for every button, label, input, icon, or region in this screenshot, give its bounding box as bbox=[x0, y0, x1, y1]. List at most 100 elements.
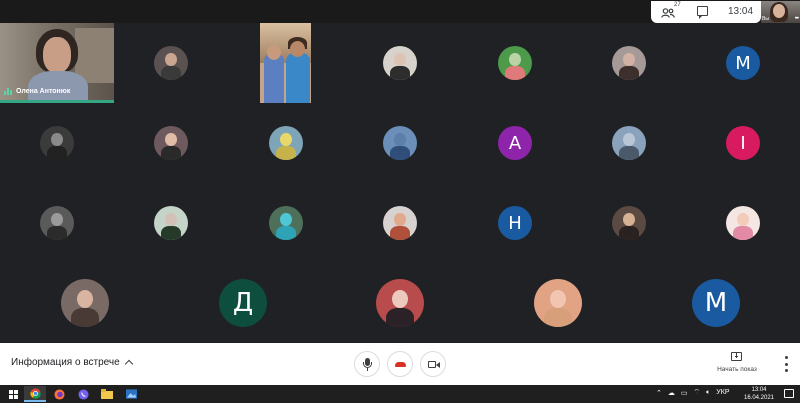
avatar-body bbox=[618, 66, 640, 80]
avatar-head bbox=[165, 133, 177, 147]
camera-icon bbox=[428, 361, 436, 368]
avatar-head bbox=[280, 213, 292, 227]
avatar-body bbox=[389, 146, 411, 160]
more-vert-icon[interactable] bbox=[782, 356, 790, 372]
speaker-name-tag: Олена Антонюк bbox=[4, 88, 70, 95]
speaker-video-tile[interactable]: Олена Антонюк bbox=[0, 23, 114, 103]
participant-photo-avatar[interactable] bbox=[726, 206, 760, 240]
meeting-time: 13:04 bbox=[728, 6, 754, 17]
notification-icon[interactable] bbox=[784, 389, 794, 398]
clock-time: 13:04 bbox=[751, 387, 767, 393]
participant-photo-avatar[interactable] bbox=[498, 46, 532, 80]
self-label: Вы bbox=[762, 16, 769, 22]
avatar-body bbox=[275, 226, 297, 240]
participant-photo-avatar[interactable] bbox=[534, 279, 582, 327]
self-view-tile[interactable]: Вы ••• bbox=[761, 1, 800, 23]
avatar-head bbox=[76, 289, 94, 308]
camera-button[interactable] bbox=[420, 351, 446, 377]
participant-photo-avatar[interactable] bbox=[383, 46, 417, 80]
avatar-body bbox=[385, 307, 415, 327]
avatar-head bbox=[394, 133, 406, 147]
avatar-body bbox=[160, 146, 182, 160]
participant-photo-avatar[interactable] bbox=[154, 126, 188, 160]
avatar-head bbox=[51, 133, 63, 147]
windows-taskbar: ⌃ ☁ ▭ ⌔ 🔈︎ УКР 13:04 16.04.2021 bbox=[0, 385, 800, 403]
participant-photo-avatar[interactable] bbox=[154, 46, 188, 80]
present-now-button[interactable]: Начать показ bbox=[712, 350, 762, 380]
firefox-icon[interactable] bbox=[48, 386, 70, 402]
people-glyph bbox=[661, 8, 675, 18]
avatar-body bbox=[160, 226, 182, 240]
avatar-initial: M bbox=[735, 52, 751, 74]
volume-icon[interactable]: 🔈︎ bbox=[706, 389, 710, 397]
meeting-info-label: Информация о встрече bbox=[11, 357, 120, 368]
explorer-icon[interactable] bbox=[96, 386, 118, 402]
person-body bbox=[264, 53, 284, 103]
participant-initial-avatar[interactable]: M bbox=[692, 279, 740, 327]
chrome-icon[interactable] bbox=[24, 386, 46, 402]
avatar-body bbox=[46, 146, 68, 160]
avatar-body bbox=[70, 307, 100, 327]
hangup-button[interactable] bbox=[387, 351, 413, 377]
mic-button[interactable] bbox=[354, 351, 380, 377]
clock-date: 16.04.2021 bbox=[743, 395, 775, 401]
avatar-head bbox=[165, 213, 177, 227]
participant-photo-avatar[interactable] bbox=[154, 206, 188, 240]
participant-photo-avatar[interactable] bbox=[612, 126, 646, 160]
audio-level-icon bbox=[4, 88, 12, 95]
more-dots-icon[interactable]: ••• bbox=[795, 16, 799, 22]
participant-photo-avatar[interactable] bbox=[383, 206, 417, 240]
participants-count: 27 bbox=[674, 2, 681, 8]
present-label: Начать показ bbox=[717, 366, 757, 373]
participant-photo-avatar[interactable] bbox=[40, 126, 74, 160]
avatar-head bbox=[509, 53, 521, 67]
participant-photo-avatar[interactable] bbox=[612, 46, 646, 80]
photos-icon[interactable] bbox=[120, 386, 142, 402]
avatar-body bbox=[618, 146, 640, 160]
network-icon[interactable]: ⌔ bbox=[694, 388, 701, 397]
avatar-body bbox=[160, 66, 182, 80]
language-indicator[interactable]: УКР bbox=[716, 389, 729, 396]
speaker-name: Олена Антонюк bbox=[16, 88, 71, 95]
participant-initial-avatar[interactable]: M bbox=[726, 46, 760, 80]
participant-initial-avatar[interactable]: A bbox=[498, 126, 532, 160]
chevron-up-icon[interactable]: ⌃ bbox=[656, 389, 662, 397]
self-face bbox=[773, 4, 785, 18]
participant-initial-avatar[interactable]: H bbox=[498, 206, 532, 240]
avatar-body bbox=[389, 66, 411, 80]
participant-photo-avatar[interactable] bbox=[269, 126, 303, 160]
viber-icon[interactable] bbox=[72, 386, 94, 402]
meeting-info-button[interactable]: Информация о встрече bbox=[11, 357, 133, 369]
participant-photo-avatar[interactable] bbox=[40, 206, 74, 240]
hangup-icon bbox=[395, 362, 406, 367]
participant-video-tile[interactable] bbox=[260, 23, 311, 103]
avatar-head bbox=[51, 213, 63, 227]
avatar-head bbox=[623, 213, 635, 227]
battery-icon[interactable]: ▭ bbox=[681, 389, 688, 397]
participant-photo-avatar[interactable] bbox=[269, 206, 303, 240]
avatar-head bbox=[623, 53, 635, 67]
meeting-control-bar: Информация о встрече Начать показ bbox=[0, 343, 800, 385]
participant-initial-avatar[interactable]: Д bbox=[219, 279, 267, 327]
avatar-body bbox=[543, 307, 573, 327]
avatar-body bbox=[618, 226, 640, 240]
cloud-icon[interactable]: ☁ bbox=[668, 389, 675, 397]
taskbar-clock[interactable]: 13:04 16.04.2021 bbox=[742, 386, 776, 402]
participant-photo-avatar[interactable] bbox=[383, 126, 417, 160]
chevron-up-icon bbox=[124, 359, 133, 369]
meet-window: 27 13:04 Вы ••• Олена Антонюк M A I H Д M Инф… bbox=[0, 0, 800, 403]
participant-initial-avatar[interactable]: I bbox=[726, 126, 760, 160]
start-icon[interactable] bbox=[2, 386, 24, 402]
avatar-initial: H bbox=[508, 212, 522, 234]
avatar-head bbox=[549, 289, 567, 308]
people-icon[interactable]: 27 bbox=[661, 2, 681, 19]
person-body bbox=[286, 53, 310, 103]
participant-photo-avatar[interactable] bbox=[61, 279, 109, 327]
avatar-initial: A bbox=[508, 132, 522, 154]
avatar-body bbox=[389, 226, 411, 240]
chat-icon[interactable] bbox=[697, 6, 708, 19]
participant-photo-avatar[interactable] bbox=[376, 279, 424, 327]
participant-photo-avatar[interactable] bbox=[612, 206, 646, 240]
meeting-topbar: 27 13:04 bbox=[651, 1, 761, 23]
avatar-body bbox=[46, 226, 68, 240]
